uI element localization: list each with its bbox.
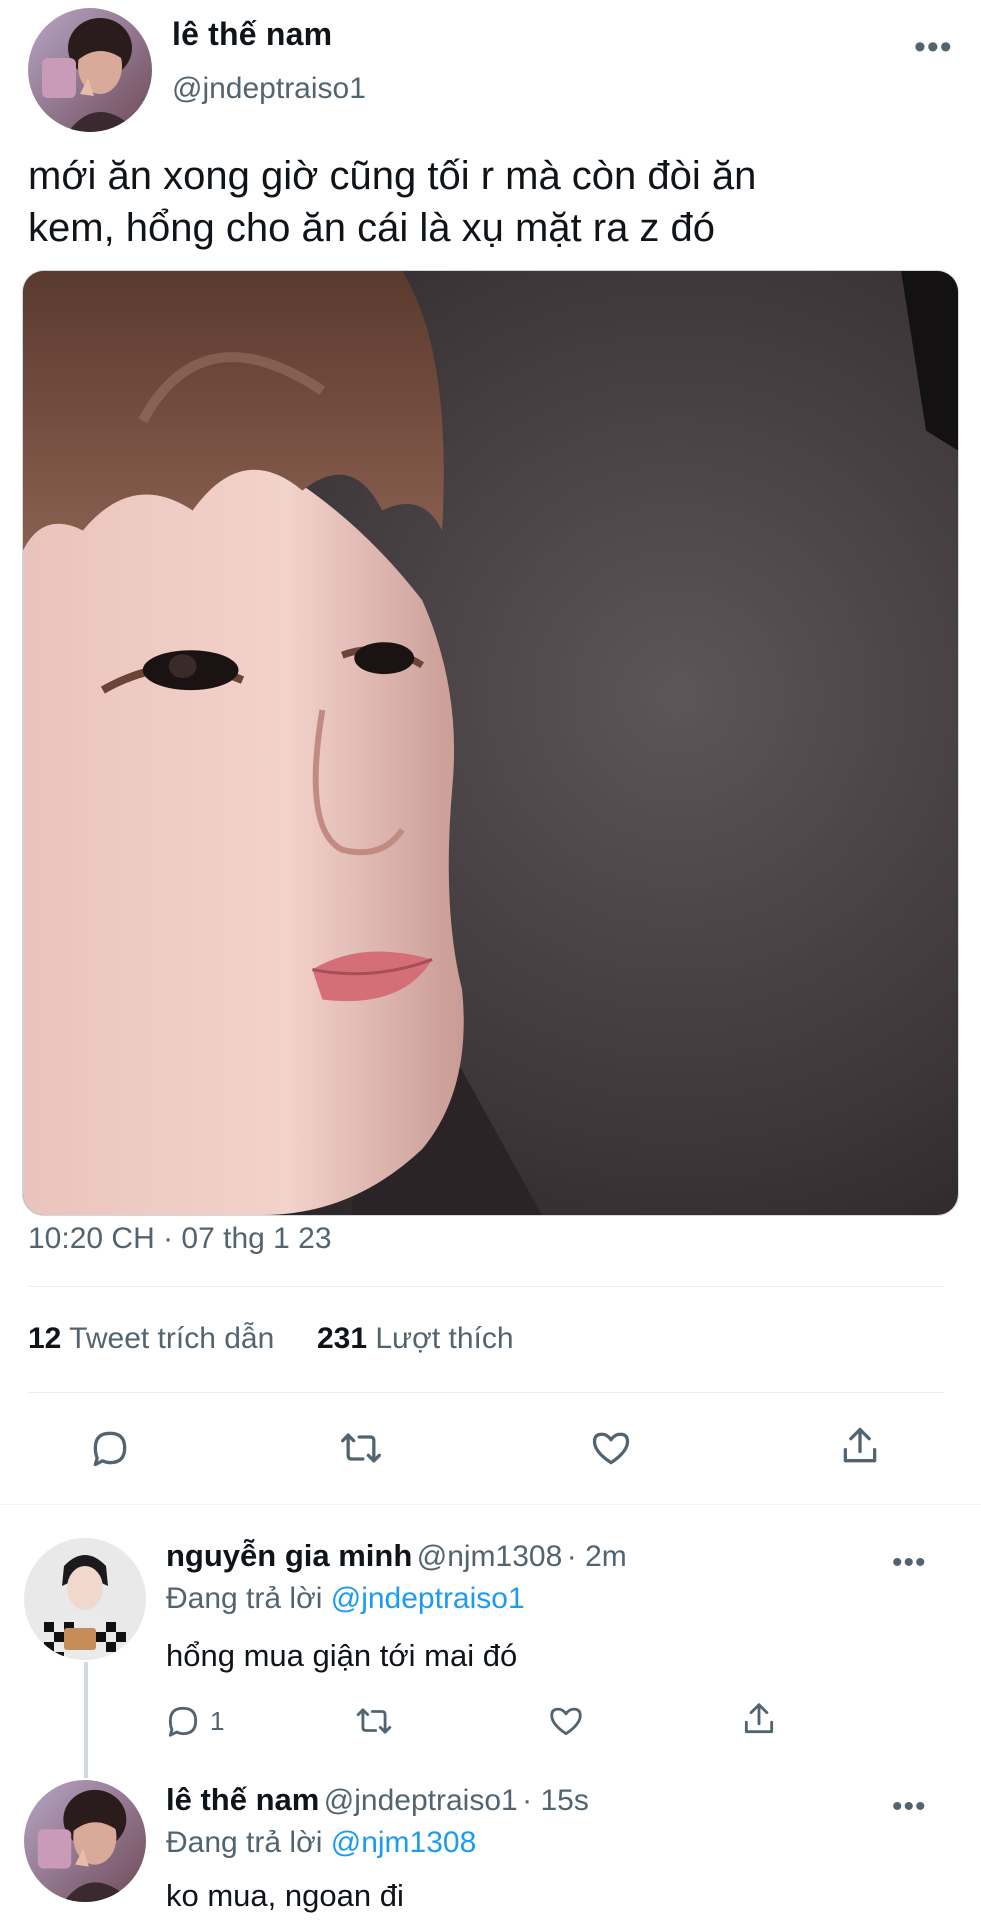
like-count: 231 xyxy=(316,1322,368,1355)
reply-1-share-button[interactable] xyxy=(740,1700,778,1738)
divider xyxy=(0,1504,981,1505)
replying-to: Đang trả lời @njm1308 xyxy=(166,1826,476,1860)
reply-time[interactable]: · 15s xyxy=(522,1784,589,1817)
reply-author-name[interactable]: lê thế nam xyxy=(166,1782,319,1817)
reply-avatar[interactable] xyxy=(24,1780,146,1902)
quote-count: 12 xyxy=(28,1322,62,1355)
reply-author-name[interactable]: nguyễn gia minh xyxy=(166,1538,412,1573)
thread-line xyxy=(84,1662,88,1778)
tweet-text-line-1: mới ăn xong giờ cũng tối r mà còn đòi ăn xyxy=(28,154,757,198)
tweet-text-line-2: kem, hổng cho ăn cái là xụ mặt ra z đó xyxy=(28,206,716,250)
replying-to-mention[interactable]: @njm1308 xyxy=(331,1826,477,1859)
like-button[interactable] xyxy=(588,1426,634,1470)
retweet-icon xyxy=(341,1433,381,1463)
reply-more-icon[interactable]: ••• xyxy=(892,1548,927,1578)
like-label: Lượt thích xyxy=(375,1322,514,1355)
reply-time[interactable]: · 2m xyxy=(567,1540,627,1573)
reply-icon xyxy=(93,1431,127,1467)
share-icon xyxy=(744,1703,774,1734)
likes-stat[interactable]: 231 Lượt thích xyxy=(317,1322,514,1355)
reply-1-reply-button[interactable]: 1 xyxy=(164,1702,224,1740)
tweet-stats: 12 Tweet trích dẫn 231 Lượt thích xyxy=(28,1322,514,1356)
tweet-media-image[interactable] xyxy=(22,270,959,1216)
quote-label: Tweet trích dẫn xyxy=(69,1322,275,1355)
reply-text: ko mua, ngoan đi xyxy=(166,1878,404,1913)
reply-header: lê thế nam @jndeptraiso1 · 15s xyxy=(166,1782,589,1818)
reply-author-handle[interactable]: @jndeptraiso1 xyxy=(324,1784,518,1817)
more-icon[interactable]: ••• xyxy=(914,30,953,64)
reply-avatar[interactable] xyxy=(24,1538,146,1660)
tweet-timestamp[interactable]: 10:20 CH · 07 thg 1 23 xyxy=(28,1222,332,1256)
share-button[interactable] xyxy=(838,1424,882,1468)
reply-header: nguyễn gia minh @njm1308 · 2m xyxy=(166,1538,627,1574)
reply-button[interactable] xyxy=(88,1426,132,1470)
share-icon xyxy=(843,1427,877,1463)
heart-icon xyxy=(592,1432,630,1465)
divider xyxy=(28,1286,944,1287)
replying-to-prefix: Đang trả lời xyxy=(166,1826,323,1859)
author-handle[interactable]: @jndeptraiso1 xyxy=(172,72,366,106)
divider xyxy=(28,1392,944,1393)
author-avatar[interactable] xyxy=(28,8,152,132)
reply-icon xyxy=(168,1706,198,1737)
retweet-button[interactable] xyxy=(336,1426,386,1470)
heart-icon xyxy=(550,1707,582,1736)
tweet-text: mới ăn xong giờ cũng tối r mà còn đòi ăn… xyxy=(28,150,958,254)
reply-1-retweet-button[interactable] xyxy=(352,1702,396,1740)
replying-to-prefix: Đang trả lời xyxy=(166,1582,323,1615)
replying-to-mention[interactable]: @jndeptraiso1 xyxy=(331,1582,525,1615)
reply-more-icon[interactable]: ••• xyxy=(892,1792,927,1822)
quote-tweets-stat[interactable]: 12 Tweet trích dẫn xyxy=(28,1322,274,1355)
reply-1-like-button[interactable] xyxy=(546,1702,586,1740)
reply-count: 1 xyxy=(210,1705,225,1736)
retweet-icon xyxy=(356,1708,392,1734)
reply-author-handle[interactable]: @njm1308 xyxy=(417,1540,563,1573)
reply-text: hổng mua giận tới mai đó xyxy=(166,1638,518,1673)
replying-to: Đang trả lời @jndeptraiso1 xyxy=(166,1582,525,1616)
author-name[interactable]: lê thế nam xyxy=(172,16,332,53)
